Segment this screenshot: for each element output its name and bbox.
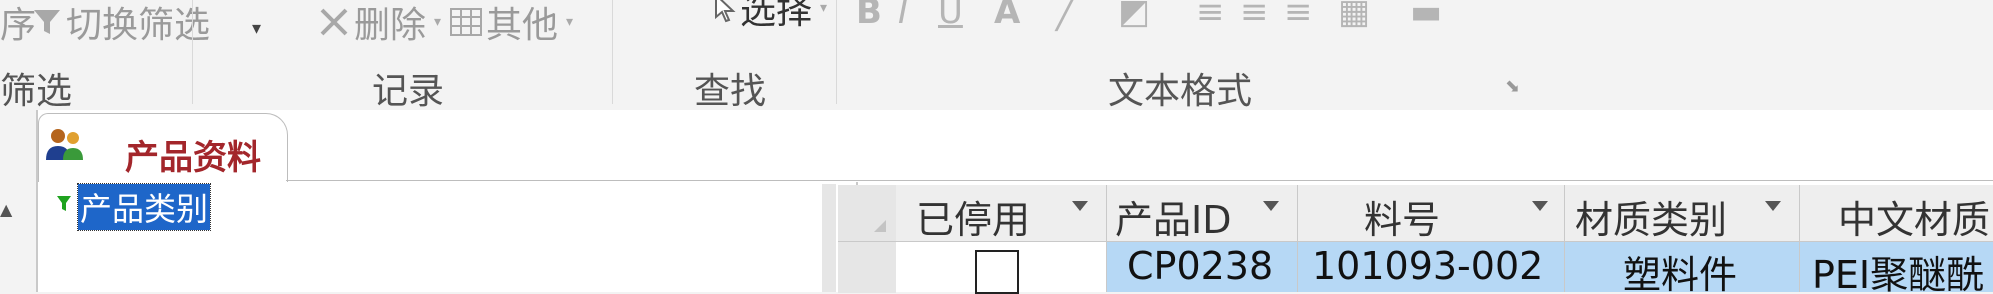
- disabled-checkbox[interactable]: [975, 250, 1019, 294]
- chevron-down-icon: ▾: [566, 14, 574, 30]
- tree-node-product-category[interactable]: 产品类别: [76, 183, 212, 231]
- chevron-down-icon: ▾: [820, 0, 828, 16]
- column-header-product-id[interactable]: 产品ID: [1107, 185, 1298, 242]
- gridlines-icon[interactable]: ▦: [1338, 0, 1370, 29]
- ribbon-separator: [836, 0, 837, 104]
- align-left-icon[interactable]: ≡: [1196, 0, 1225, 29]
- sort-command[interactable]: 序: [0, 0, 36, 46]
- toggle-filter-label: 切换筛选: [66, 5, 211, 46]
- delete-label: 删除: [354, 5, 427, 46]
- group-label-text-format: 文本格式: [1108, 71, 1253, 112]
- funnel-icon: [34, 10, 60, 34]
- select-all-corner[interactable]: [838, 185, 896, 241]
- filter-funnel-icon: [56, 195, 72, 218]
- chevron-down-icon[interactable]: [1072, 201, 1088, 211]
- corner-triangle-icon: [874, 220, 886, 232]
- select-button[interactable]: 选择 ▾: [714, 0, 828, 32]
- fill-color-icon[interactable]: ◩: [1118, 0, 1150, 29]
- cursor-arrow-icon: [715, 0, 736, 23]
- align-right-icon[interactable]: ≡: [1284, 0, 1313, 29]
- tab-product-info[interactable]: 产品资料: [38, 113, 288, 182]
- table-icon: [450, 8, 482, 36]
- chevron-down-icon[interactable]: [1765, 201, 1781, 211]
- column-header-label: 中文材质: [1838, 198, 1991, 242]
- record-selector[interactable]: [838, 241, 896, 293]
- align-center-icon[interactable]: ≡: [1240, 0, 1269, 29]
- cell-value: 塑料件: [1623, 253, 1738, 292]
- refresh-dropdown[interactable]: ▾: [252, 6, 261, 50]
- splitter[interactable]: [822, 184, 836, 292]
- cell-part-no[interactable]: 101093-002: [1298, 242, 1565, 292]
- column-header-material-cn[interactable]: 中文材质: [1800, 185, 1993, 242]
- cell-product-id[interactable]: CP0238: [1107, 242, 1298, 292]
- chevron-down-icon[interactable]: [1532, 201, 1548, 211]
- cell-material-type[interactable]: 塑料件: [1565, 242, 1800, 292]
- cell-material-cn[interactable]: PEI聚醚酰: [1800, 242, 1993, 292]
- cell-value: PEI聚醚酰: [1812, 253, 1985, 292]
- tab-baseline: [286, 180, 1993, 181]
- scroll-up-arrow-icon[interactable]: ▲: [0, 200, 14, 240]
- highlight-icon[interactable]: ╱: [1056, 0, 1076, 29]
- cell-value: CP0238: [1127, 244, 1274, 288]
- other-label: 其他: [486, 5, 559, 46]
- select-label: 选择: [740, 0, 813, 32]
- column-header-material-type[interactable]: 材质类别: [1565, 185, 1800, 242]
- column-header-disabled[interactable]: 已停用: [896, 185, 1107, 242]
- delete-button[interactable]: 删除 ▾: [318, 0, 442, 46]
- chevron-down-icon[interactable]: [1263, 201, 1279, 211]
- column-header-part-no[interactable]: 料号: [1298, 185, 1565, 242]
- users-icon: [46, 129, 83, 160]
- ribbon-separator: [192, 0, 193, 104]
- cell-value: 101093-002: [1312, 244, 1544, 288]
- bold-icon[interactable]: B: [856, 0, 882, 29]
- alternate-row-color-icon[interactable]: ▬: [1410, 0, 1442, 29]
- column-header-label: 产品ID: [1115, 198, 1232, 242]
- ribbon: 序 切换筛选 筛选 ▾ 删除 ▾ 其他 ▾ 记录 选择 ▾ 查找 B I U A…: [0, 0, 1993, 112]
- underline-icon[interactable]: U: [938, 0, 963, 29]
- ribbon-separator: [612, 0, 613, 104]
- font-color-icon[interactable]: A: [994, 0, 1020, 29]
- italic-icon[interactable]: I: [898, 0, 908, 29]
- toggle-filter-button[interactable]: 切换筛选: [32, 0, 210, 46]
- delete-x-icon: [320, 8, 348, 36]
- refresh-dropdown-arrow: ▾: [252, 17, 262, 39]
- group-label-filter: 筛选: [0, 71, 73, 112]
- dialog-launcher-icon[interactable]: ⬊: [1505, 76, 1520, 97]
- group-label-find: 查找: [694, 71, 767, 112]
- other-button[interactable]: 其他 ▾: [450, 0, 574, 46]
- column-header-label: 已停用: [916, 198, 1031, 242]
- column-header-label: 料号: [1364, 198, 1441, 242]
- sort-label: 序: [0, 5, 37, 46]
- tab-title: 产品资料: [125, 138, 261, 178]
- chevron-down-icon: ▾: [434, 14, 442, 30]
- group-label-records: 记录: [372, 71, 445, 112]
- column-header-label: 材质类别: [1575, 198, 1728, 242]
